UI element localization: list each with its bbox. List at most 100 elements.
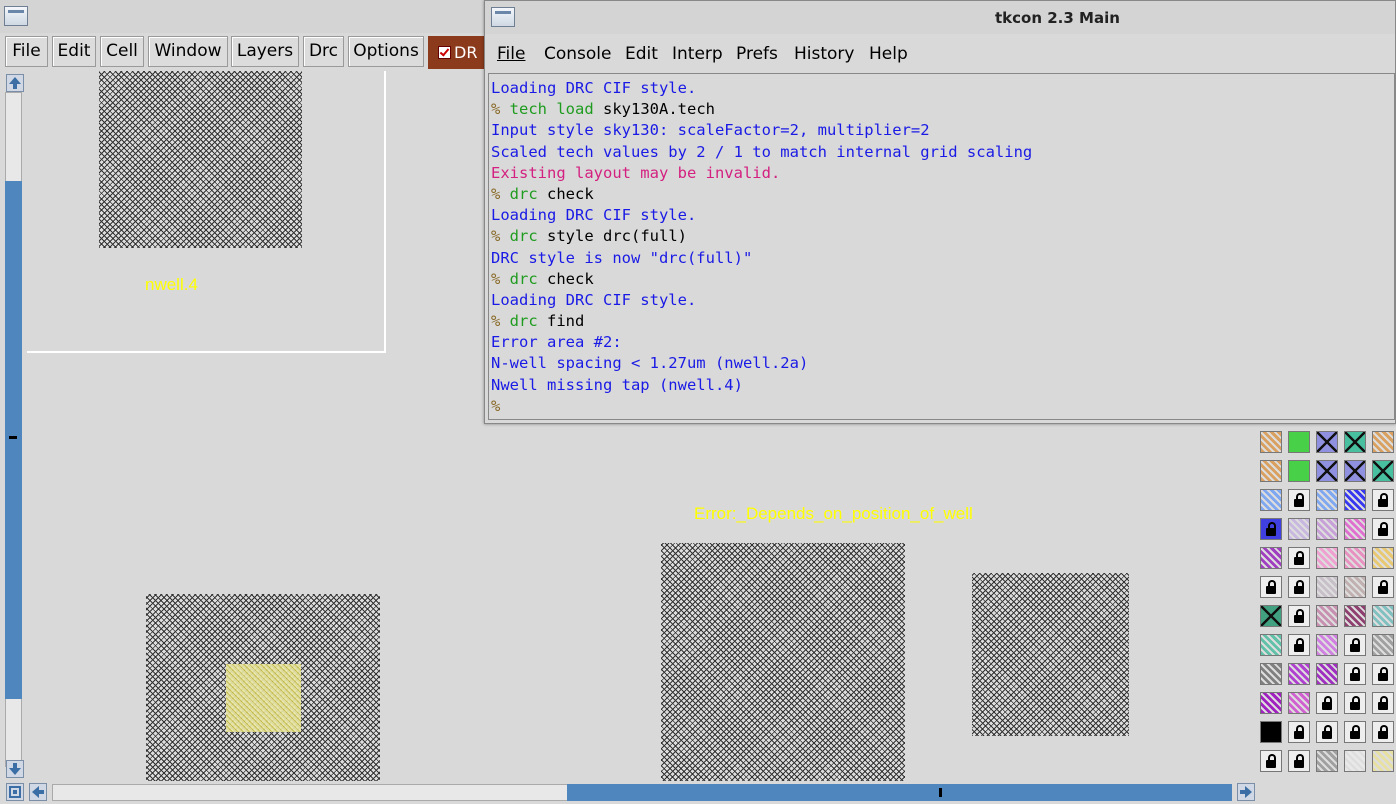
console-command: drc <box>509 312 538 331</box>
layer-swatch[interactable] <box>1316 576 1338 598</box>
layer-swatch[interactable] <box>1316 547 1338 569</box>
layer-swatch[interactable] <box>1344 750 1366 772</box>
tkcon-menu-prefs[interactable]: Prefs <box>736 44 778 64</box>
scroll-left-icon[interactable] <box>29 783 47 801</box>
console-prompt: % <box>491 312 510 331</box>
layer-swatch[interactable] <box>1288 692 1310 714</box>
console-output-text: Loading DRC CIF style. <box>491 206 697 225</box>
zoom-box-icon[interactable] <box>6 783 24 801</box>
layer-locked-icon[interactable] <box>1344 634 1366 656</box>
console-output-text: DRC style is now "drc(full)" <box>491 248 753 267</box>
layer-swatch[interactable] <box>1316 750 1338 772</box>
layer-swatch[interactable] <box>1260 489 1282 511</box>
scroll-up-icon[interactable] <box>6 74 24 92</box>
layer-swatch[interactable] <box>1260 431 1282 453</box>
layer-swatch[interactable] <box>1260 547 1282 569</box>
menu-drc[interactable]: Drc <box>303 36 344 67</box>
magic-menu-bar: File Edit Cell Window Layers Drc Options <box>0 33 485 71</box>
layer-swatch[interactable] <box>1316 489 1338 511</box>
horizontal-scroll-thumb[interactable] <box>567 784 1232 801</box>
layer-locked-icon[interactable] <box>1344 721 1366 743</box>
scroll-down-icon[interactable] <box>6 760 24 778</box>
menu-edit[interactable]: Edit <box>52 36 96 67</box>
menu-file[interactable]: File <box>5 36 48 67</box>
layer-locked-icon[interactable] <box>1260 576 1282 598</box>
console-output[interactable]: Loading DRC CIF style.% tech load sky130… <box>488 73 1395 420</box>
vertical-scroll-thumb[interactable] <box>5 181 22 699</box>
layer-locked-icon[interactable] <box>1372 489 1394 511</box>
tkcon-menu-console[interactable]: Console <box>544 44 612 64</box>
error-label: Error:_Depends_on_position_of_well <box>694 504 973 523</box>
layer-swatch[interactable] <box>1260 634 1282 656</box>
layer-swatch[interactable] <box>1372 460 1394 482</box>
tkcon-menu-history[interactable]: History <box>794 44 854 64</box>
console-command-args: check <box>537 269 594 288</box>
layer-swatch[interactable] <box>1344 547 1366 569</box>
layer-swatch[interactable] <box>1344 605 1366 627</box>
layer-locked-icon[interactable] <box>1288 750 1310 772</box>
layer-locked-icon[interactable] <box>1288 576 1310 598</box>
layer-swatch[interactable] <box>1344 431 1366 453</box>
layer-swatch[interactable] <box>1344 460 1366 482</box>
console-line: DRC style is now "drc(full)" <box>491 248 1394 269</box>
layer-swatch[interactable] <box>1316 634 1338 656</box>
layer-swatch[interactable] <box>1288 663 1310 685</box>
tkcon-menu-interp[interactable]: Interp <box>672 44 723 64</box>
layer-locked-icon[interactable] <box>1288 721 1310 743</box>
menu-cell[interactable]: Cell <box>100 36 144 67</box>
layer-swatch[interactable] <box>1316 605 1338 627</box>
layer-locked-icon[interactable] <box>1344 692 1366 714</box>
layer-swatch[interactable] <box>1316 518 1338 540</box>
layer-locked-icon[interactable] <box>1372 518 1394 540</box>
layer-locked-icon[interactable] <box>1288 605 1310 627</box>
layer-swatch[interactable] <box>1344 518 1366 540</box>
layer-locked-icon[interactable] <box>1372 576 1394 598</box>
layer-swatch[interactable] <box>1372 431 1394 453</box>
layer-swatch[interactable] <box>1372 634 1394 656</box>
layer-swatch[interactable] <box>1316 663 1338 685</box>
layer-swatch[interactable] <box>1260 692 1282 714</box>
tkcon-menu-help[interactable]: Help <box>869 44 908 64</box>
layer-swatch[interactable] <box>1288 518 1310 540</box>
window-menu-icon[interactable] <box>4 6 28 26</box>
layer-locked-icon[interactable] <box>1288 489 1310 511</box>
layer-swatch[interactable] <box>1288 431 1310 453</box>
layer-locked-icon[interactable] <box>1344 663 1366 685</box>
layer-swatch[interactable] <box>1372 750 1394 772</box>
layer-locked-icon[interactable] <box>1316 721 1338 743</box>
layer-locked-icon[interactable] <box>1316 692 1338 714</box>
layer-locked-icon[interactable] <box>1260 750 1282 772</box>
layer-swatch[interactable] <box>1260 663 1282 685</box>
layer-swatch[interactable] <box>1372 605 1394 627</box>
tkcon-menu-file[interactable]: File <box>497 44 525 64</box>
tkcon-menu-bar: File Console Edit Interp Prefs History H… <box>485 34 1395 72</box>
console-output-text: Nwell missing tap (nwell.4) <box>491 375 743 394</box>
tkcon-menu-edit[interactable]: Edit <box>625 44 658 64</box>
drc-toggle-button[interactable]: DR <box>428 36 485 69</box>
console-prompt: % <box>491 100 510 119</box>
layer-swatch[interactable] <box>1344 489 1366 511</box>
console-command-args: check <box>537 184 594 203</box>
layer-swatch[interactable] <box>1288 460 1310 482</box>
console-line: Loading DRC CIF style. <box>491 205 1394 226</box>
layer-swatch[interactable] <box>1260 721 1282 743</box>
layer-locked-icon[interactable] <box>1372 692 1394 714</box>
menu-layers[interactable]: Layers <box>231 36 299 67</box>
scroll-right-icon[interactable] <box>1237 783 1255 801</box>
layer-locked-icon[interactable] <box>1288 634 1310 656</box>
console-line: Nwell missing tap (nwell.4) <box>491 375 1394 396</box>
layer-locked-icon[interactable] <box>1288 547 1310 569</box>
layer-locked-icon[interactable] <box>1372 663 1394 685</box>
window-menu-icon[interactable] <box>491 7 515 27</box>
menu-window[interactable]: Window <box>148 36 228 67</box>
layer-swatch[interactable] <box>1344 576 1366 598</box>
layer-swatch[interactable] <box>1316 460 1338 482</box>
layer-swatch[interactable] <box>1260 460 1282 482</box>
layer-swatch[interactable] <box>1260 605 1282 627</box>
layer-locked-icon[interactable] <box>1260 518 1282 540</box>
menu-options[interactable]: Options <box>348 36 424 67</box>
console-line: Existing layout may be invalid. <box>491 163 1394 184</box>
layer-locked-icon[interactable] <box>1372 721 1394 743</box>
layer-swatch[interactable] <box>1372 547 1394 569</box>
layer-swatch[interactable] <box>1316 431 1338 453</box>
